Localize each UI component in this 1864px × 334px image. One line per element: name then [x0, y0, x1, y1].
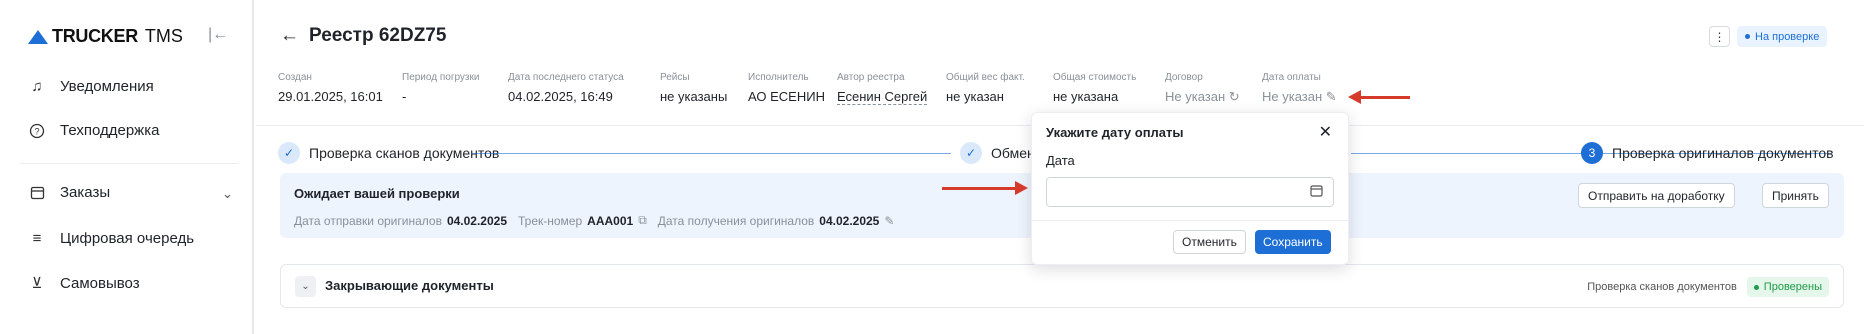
step-number: 3 [1581, 142, 1603, 164]
logo-triangle-icon [28, 29, 48, 44]
sidebar: TRUCKER TMS |← ♫ Уведомления ? Техподдер… [0, 0, 254, 334]
logo-brand-bold: TRUCKER [52, 26, 138, 46]
more-menu-button[interactable]: ⋮ [1709, 26, 1730, 47]
closing-documents-section[interactable]: ⌄ Закрывающие документы Проверка сканов … [280, 264, 1844, 308]
edit-pencil-icon[interactable]: ✎ [884, 214, 894, 228]
step-label: Обмен [991, 145, 1035, 161]
sidebar-item-digital-queue[interactable]: ≡ Цифровая очередь [28, 230, 194, 247]
step-label: Проверка оригиналов документов [1612, 145, 1834, 161]
calendar-icon[interactable] [1310, 184, 1323, 200]
status-dot-icon [1753, 284, 1759, 290]
back-arrow-icon[interactable]: ← [280, 25, 299, 47]
chevron-down-icon[interactable]: ⌄ [222, 186, 233, 202]
accept-button[interactable]: Принять [1762, 183, 1829, 208]
date-input[interactable] [1046, 177, 1334, 207]
refresh-icon[interactable]: ↻ [1229, 89, 1240, 104]
step-scan-check: ✓ Проверка сканов документов [278, 142, 499, 164]
sidebar-item-label: Цифровая очередь [60, 230, 195, 247]
annotation-arrow-icon [942, 181, 1028, 195]
calendar-icon [28, 185, 46, 200]
sidebar-item-notifications[interactable]: ♫ Уведомления [28, 78, 154, 95]
meta-label-created: Создан [278, 72, 312, 83]
page-title-text: Реестр 62DZ75 [309, 25, 447, 46]
queue-icon: ≡ [32, 230, 42, 247]
annotation-arrow-icon [1348, 90, 1410, 104]
meta-label-trips: Рейсы [660, 72, 690, 83]
copy-icon[interactable]: ⧉ [638, 213, 647, 228]
meta-label-loading-period: Период погрузки [402, 72, 480, 83]
review-details: Дата отправки оригиналов 04.02.2025 Трек… [294, 213, 894, 228]
sidebar-item-label: Заказы [60, 184, 111, 201]
review-title: Ожидает вашей проверки [294, 186, 460, 201]
sidebar-item-label: Техподдержка [60, 122, 160, 139]
logo-brand-light: TMS [144, 26, 183, 46]
meta-label-last-status: Дата последнего статуса [508, 72, 624, 83]
meta-value-last-status: 04.02.2025, 16:49 [508, 89, 613, 104]
sidebar-item-label: Самовывоз [60, 274, 140, 292]
date-field-label: Дата [1046, 153, 1075, 168]
status-badge-label: Проверены [1763, 281, 1822, 293]
meta-value-payment-date: Не указан ✎ [1262, 89, 1337, 105]
meta-label-weight: Общий вес факт. [946, 72, 1025, 83]
sidebar-divider [20, 163, 238, 164]
track-number-label: Трек-номер [518, 213, 583, 228]
closing-status: Проверка сканов документов Проверены [1587, 277, 1829, 297]
meta-value-author[interactable]: Есенин Сергей [837, 89, 928, 105]
send-for-revision-button[interactable]: Отправить на доработку [1578, 183, 1735, 208]
meta-label-author: Автор реестра [837, 72, 905, 83]
closing-stage-label: Проверка сканов документов [1587, 281, 1737, 293]
sidebar-item-support[interactable]: ? Техподдержка [28, 122, 159, 139]
closing-documents-title: Закрывающие документы [325, 278, 494, 293]
sent-date-label: Дата отправки оригиналов [294, 213, 442, 228]
meta-label-payment-date: Дата оплаты [1262, 72, 1321, 83]
meta-value-weight: не указан [946, 89, 1004, 104]
meta-value-executor: АО ЕСЕНИН [748, 89, 825, 104]
meta-value-total-cost: не указана [1053, 89, 1119, 104]
meta-value-contract: Не указан ↻ [1165, 89, 1240, 105]
status-badge: Проверены [1746, 277, 1829, 297]
track-number-value: AAA001 [587, 213, 634, 228]
meta-label-contract: Договор [1165, 72, 1203, 83]
step-originals-check: 3 Проверка оригиналов документов [1581, 142, 1834, 164]
check-icon: ✓ [960, 142, 982, 164]
pickup-icon: ⊻ [31, 275, 43, 292]
bell-icon: ♫ [31, 78, 43, 95]
meta-value-payment-date-text: Не указан [1262, 89, 1323, 104]
divider [1032, 220, 1348, 221]
sidebar-item-pickup[interactable]: ⊻ Самовывоз [28, 274, 140, 293]
meta-value-trips: не указаны [660, 89, 728, 104]
sent-date-value: 04.02.2025 [446, 213, 507, 228]
status-badge: На проверке [1737, 26, 1828, 47]
cancel-button[interactable]: Отменить [1173, 230, 1246, 254]
save-button[interactable]: Сохранить [1255, 230, 1331, 254]
check-icon: ✓ [278, 142, 300, 164]
step-connector [471, 153, 951, 154]
meta-label-executor: Исполнитель [748, 72, 809, 83]
edit-pencil-icon[interactable]: ✎ [1326, 89, 1337, 104]
chevron-down-icon[interactable]: ⌄ [295, 276, 316, 297]
help-circle-icon: ? [28, 123, 46, 139]
status-badge-label: На проверке [1755, 30, 1820, 43]
received-date-label: Дата получения оригиналов [657, 213, 815, 228]
received-date-value: 04.02.2025 [819, 213, 880, 228]
page-title: ← Реестр 62DZ75 [280, 25, 446, 47]
payment-date-popup: Укажите дату оплаты ✕ Дата Отменить Сохр… [1031, 112, 1349, 265]
meta-value-loading-period: - [402, 89, 407, 104]
collapse-sidebar-icon[interactable]: |← [208, 26, 228, 44]
popup-title: Укажите дату оплаты [1046, 125, 1184, 140]
meta-value-contract-text: Не указан [1165, 89, 1226, 104]
meta-label-total-cost: Общая стоимость [1053, 72, 1137, 83]
step-exchange: ✓ Обмен [960, 142, 1035, 164]
meta-value-created: 29.01.2025, 16:01 [278, 89, 383, 104]
svg-text:?: ? [34, 126, 39, 136]
status-dot-icon [1745, 34, 1750, 39]
sidebar-item-orders[interactable]: Заказы [28, 184, 110, 201]
logo[interactable]: TRUCKER TMS [28, 26, 183, 47]
sidebar-item-label: Уведомления [60, 78, 154, 95]
close-icon[interactable]: ✕ [1319, 122, 1332, 142]
